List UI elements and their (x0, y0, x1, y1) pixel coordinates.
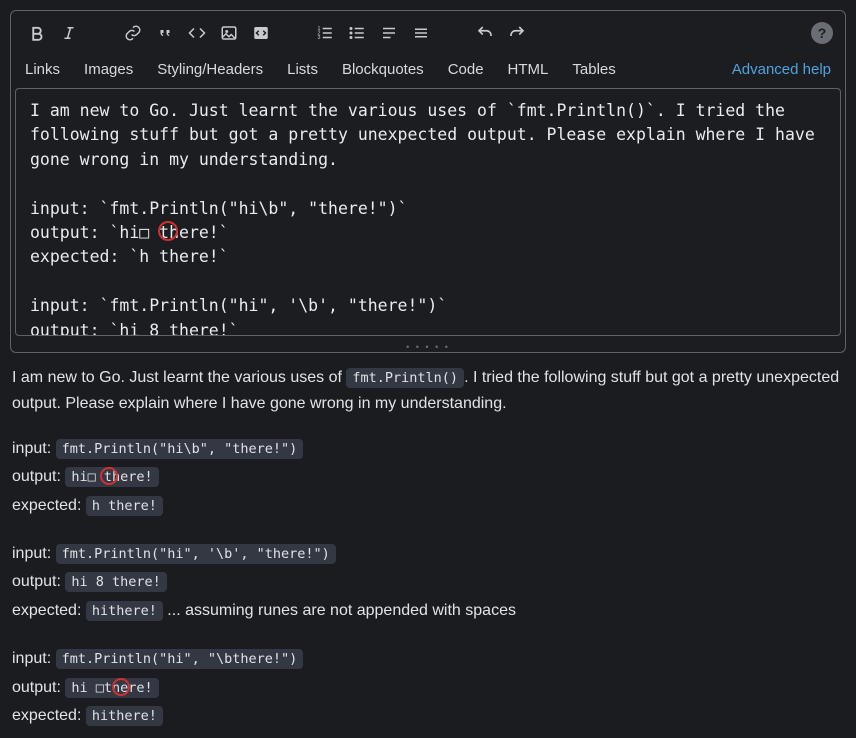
example-block: input: fmt.Println("hi", '\b', "there!")… (12, 541, 844, 624)
label-input: input: (12, 650, 56, 667)
label-output: output: (12, 573, 65, 590)
label-expected: expected: (12, 707, 86, 724)
image-button[interactable] (215, 19, 243, 47)
resize-grip[interactable]: • • • • • (11, 340, 845, 352)
label-expected: expected: (12, 497, 86, 514)
code-input: fmt.Println("hi", "\bthere!") (56, 649, 304, 669)
hr-button[interactable] (407, 19, 435, 47)
example-block: input: fmt.Println("hi\b", "there!") out… (12, 436, 844, 519)
label-expected: expected: (12, 602, 86, 619)
tab-code[interactable]: Code (448, 61, 484, 78)
help-tabs: Links Images Styling/Headers Lists Block… (11, 55, 845, 88)
code-expected: h there! (86, 496, 163, 516)
italic-button[interactable] (55, 19, 83, 47)
example-block: input: fmt.Println("hi", "\bthere!") out… (12, 646, 844, 729)
bold-button[interactable] (23, 19, 51, 47)
code-output: hi □there! (65, 678, 158, 698)
tab-blockquotes[interactable]: Blockquotes (342, 61, 424, 78)
tab-styling[interactable]: Styling/Headers (157, 61, 263, 78)
svg-text:3: 3 (318, 35, 321, 41)
label-output: output: (12, 468, 65, 485)
code-expected: hithere! (86, 601, 163, 621)
preview-intro: I am new to Go. Just learnt the various … (12, 365, 844, 418)
editor-textarea[interactable]: I am new to Go. Just learnt the various … (15, 88, 841, 336)
code-input: fmt.Println("hi", '\b', "there!") (56, 544, 336, 564)
intro-text: I am new to Go. Just learnt the various … (12, 369, 346, 386)
advanced-help-link[interactable]: Advanced help (732, 61, 831, 78)
code-output: hi 8 there! (65, 572, 166, 592)
editor-content[interactable]: I am new to Go. Just learnt the various … (16, 89, 840, 336)
redo-button[interactable] (503, 19, 531, 47)
unordered-list-button[interactable] (343, 19, 371, 47)
note-text: ... assuming runes are not appended with… (163, 602, 516, 619)
quote-button[interactable] (151, 19, 179, 47)
help-button[interactable]: ? (811, 22, 833, 44)
heading-button[interactable] (375, 19, 403, 47)
snippet-button[interactable] (247, 19, 275, 47)
undo-button[interactable] (471, 19, 499, 47)
code-button[interactable] (183, 19, 211, 47)
tab-images[interactable]: Images (84, 61, 133, 78)
tab-lists[interactable]: Lists (287, 61, 318, 78)
tab-tables[interactable]: Tables (572, 61, 615, 78)
label-output: output: (12, 679, 65, 696)
format-toolbar: 123 ? (11, 11, 845, 55)
label-input: input: (12, 545, 56, 562)
code-input: fmt.Println("hi\b", "there!") (56, 439, 304, 459)
tab-links[interactable]: Links (25, 61, 60, 78)
intro-code: fmt.Println() (346, 368, 464, 388)
tab-html[interactable]: HTML (508, 61, 549, 78)
link-button[interactable] (119, 19, 147, 47)
ordered-list-button[interactable]: 123 (311, 19, 339, 47)
editor-panel: 123 ? Links Images Styling/Headers Lists… (10, 10, 846, 353)
preview-pane: I am new to Go. Just learnt the various … (10, 353, 846, 729)
code-expected: hithere! (86, 706, 163, 726)
code-output: hi□ there! (65, 467, 158, 487)
label-input: input: (12, 440, 56, 457)
